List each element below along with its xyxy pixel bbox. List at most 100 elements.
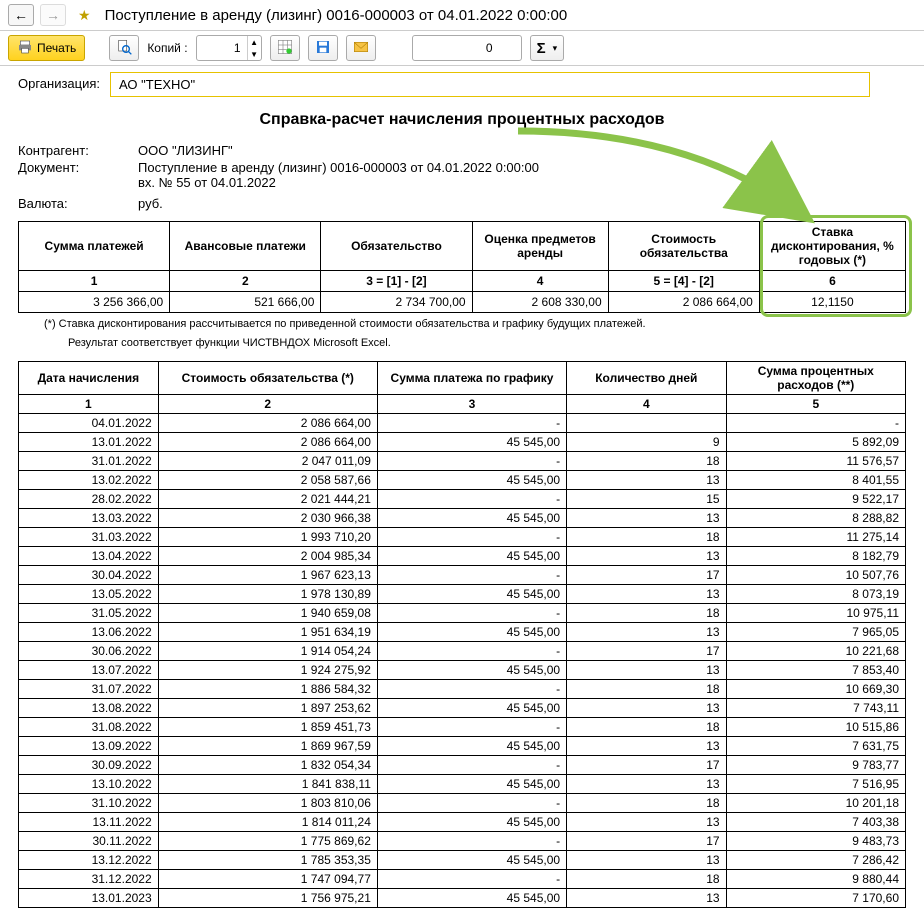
- t1v5: 2 086 664,00: [608, 292, 759, 313]
- table-cell: 30.06.2022: [19, 641, 159, 660]
- table-cell: 13: [567, 508, 727, 527]
- table-cell: 30.11.2022: [19, 831, 159, 850]
- organization-field[interactable]: АО "ТЕХНО": [110, 72, 870, 97]
- table-cell: 18: [567, 527, 727, 546]
- table-cell: -: [377, 793, 566, 812]
- sum-field[interactable]: [412, 35, 522, 61]
- table-row: 04.01.20222 086 664,00- -: [19, 413, 906, 432]
- schedule-header-row: Дата начисления Стоимость обязательства …: [19, 361, 906, 394]
- table-cell: 18: [567, 451, 727, 470]
- email-button[interactable]: [346, 35, 376, 61]
- table-cell: 7 516,95: [726, 774, 905, 793]
- table-cell: 9 483,73: [726, 831, 905, 850]
- table-cell: 45 545,00: [377, 888, 566, 907]
- copies-down[interactable]: ▼: [247, 48, 261, 60]
- t1h2: Авансовые платежи: [170, 222, 321, 271]
- table-row: 31.10.20221 803 810,06-1810 201,18: [19, 793, 906, 812]
- table-row: 31.08.20221 859 451,73-1810 515,86: [19, 717, 906, 736]
- t2h2: Стоимость обязательства (*): [158, 361, 377, 394]
- save-button[interactable]: [308, 35, 338, 61]
- t1s5: 5 = [4] - [2]: [608, 271, 759, 292]
- table-cell: 7 286,42: [726, 850, 905, 869]
- print-button[interactable]: Печать: [8, 35, 85, 61]
- titlebar: ← → ★ Поступление в аренду (лизинг) 0016…: [0, 0, 924, 31]
- table-cell: 8 288,82: [726, 508, 905, 527]
- table-cell: [567, 413, 727, 432]
- table-cell: 11 576,57: [726, 451, 905, 470]
- sigma-button[interactable]: Σ ▾: [530, 35, 565, 61]
- table-cell: 10 507,76: [726, 565, 905, 584]
- organization-value: АО "ТЕХНО": [119, 77, 195, 92]
- favorite-icon[interactable]: ★: [78, 7, 91, 24]
- t1v3: 2 734 700,00: [321, 292, 472, 313]
- currency-value: руб.: [138, 196, 163, 211]
- table-cell: 1 897 253,62: [158, 698, 377, 717]
- table-row: 31.12.20221 747 094,77-189 880,44: [19, 869, 906, 888]
- t2s2: 2: [158, 394, 377, 413]
- table-cell: 1 940 659,08: [158, 603, 377, 622]
- document-line2: вх. № 55 от 04.01.2022: [138, 175, 539, 190]
- document-line1: Поступление в аренду (лизинг) 0016-00000…: [138, 160, 539, 175]
- nav-forward-button[interactable]: →: [40, 4, 66, 26]
- document-label: Документ:: [18, 160, 138, 190]
- copies-input[interactable]: [197, 41, 247, 55]
- table-cell: 13.08.2022: [19, 698, 159, 717]
- table-cell: 7 743,11: [726, 698, 905, 717]
- table-cell: 45 545,00: [377, 736, 566, 755]
- table-cell: 2 047 011,09: [158, 451, 377, 470]
- t2h3: Сумма платежа по графику: [377, 361, 566, 394]
- nav-back-button[interactable]: ←: [8, 4, 34, 26]
- t2s4: 4: [567, 394, 727, 413]
- footnote-line1: (*) Ставка дисконтирования рассчитываетс…: [44, 317, 906, 332]
- dropdown-icon: ▾: [553, 43, 558, 54]
- table-cell: 45 545,00: [377, 432, 566, 451]
- preview-button[interactable]: [109, 35, 139, 61]
- table-cell: 10 975,11: [726, 603, 905, 622]
- table-cell: 1 775 869,62: [158, 831, 377, 850]
- grid-button[interactable]: [270, 35, 300, 61]
- table-cell: 9 783,77: [726, 755, 905, 774]
- table-cell: 04.01.2022: [19, 413, 159, 432]
- table-cell: -: [377, 413, 566, 432]
- organization-label: Организация:: [18, 72, 100, 97]
- table-cell: -: [726, 413, 905, 432]
- summary-table: Сумма платежей Авансовые платежи Обязате…: [18, 221, 906, 313]
- t1h4: Оценка предметов аренды: [472, 222, 608, 271]
- envelope-icon: [353, 39, 369, 58]
- copies-up[interactable]: ▲: [247, 36, 261, 48]
- table-row: 13.10.20221 841 838,1145 545,00137 516,9…: [19, 774, 906, 793]
- table-cell: 17: [567, 755, 727, 774]
- table-cell: -: [377, 641, 566, 660]
- table-cell: 1 841 838,11: [158, 774, 377, 793]
- sum-input[interactable]: [413, 41, 499, 55]
- table-cell: 1 993 710,20: [158, 527, 377, 546]
- copies-spinner[interactable]: ▲ ▼: [196, 35, 262, 61]
- table-row: 13.05.20221 978 130,8945 545,00138 073,1…: [19, 584, 906, 603]
- table-cell: 13.11.2022: [19, 812, 159, 831]
- t1v1: 3 256 366,00: [19, 292, 170, 313]
- table-cell: 13: [567, 470, 727, 489]
- table-cell: 2 086 664,00: [158, 413, 377, 432]
- table-cell: 31.01.2022: [19, 451, 159, 470]
- table-cell: 18: [567, 793, 727, 812]
- table-row: 31.01.20222 047 011,09-1811 576,57: [19, 451, 906, 470]
- table-cell: 13: [567, 622, 727, 641]
- table-row: 28.02.20222 021 444,21-159 522,17: [19, 489, 906, 508]
- table-cell: 13.01.2023: [19, 888, 159, 907]
- table-cell: 1 747 094,77: [158, 869, 377, 888]
- table-cell: 1 914 054,24: [158, 641, 377, 660]
- table-cell: 2 030 966,38: [158, 508, 377, 527]
- counterparty-label: Контрагент:: [18, 143, 138, 158]
- table-cell: 13.09.2022: [19, 736, 159, 755]
- t1v4: 2 608 330,00: [472, 292, 608, 313]
- table-cell: -: [377, 831, 566, 850]
- t1s2: 2: [170, 271, 321, 292]
- table-row: 13.12.20221 785 353,3545 545,00137 286,4…: [19, 850, 906, 869]
- table-cell: 13.04.2022: [19, 546, 159, 565]
- t1h3: Обязательство: [321, 222, 472, 271]
- table-cell: -: [377, 717, 566, 736]
- table-cell: 10 515,86: [726, 717, 905, 736]
- t2h1: Дата начисления: [19, 361, 159, 394]
- table-cell: 13.10.2022: [19, 774, 159, 793]
- table-cell: 13: [567, 812, 727, 831]
